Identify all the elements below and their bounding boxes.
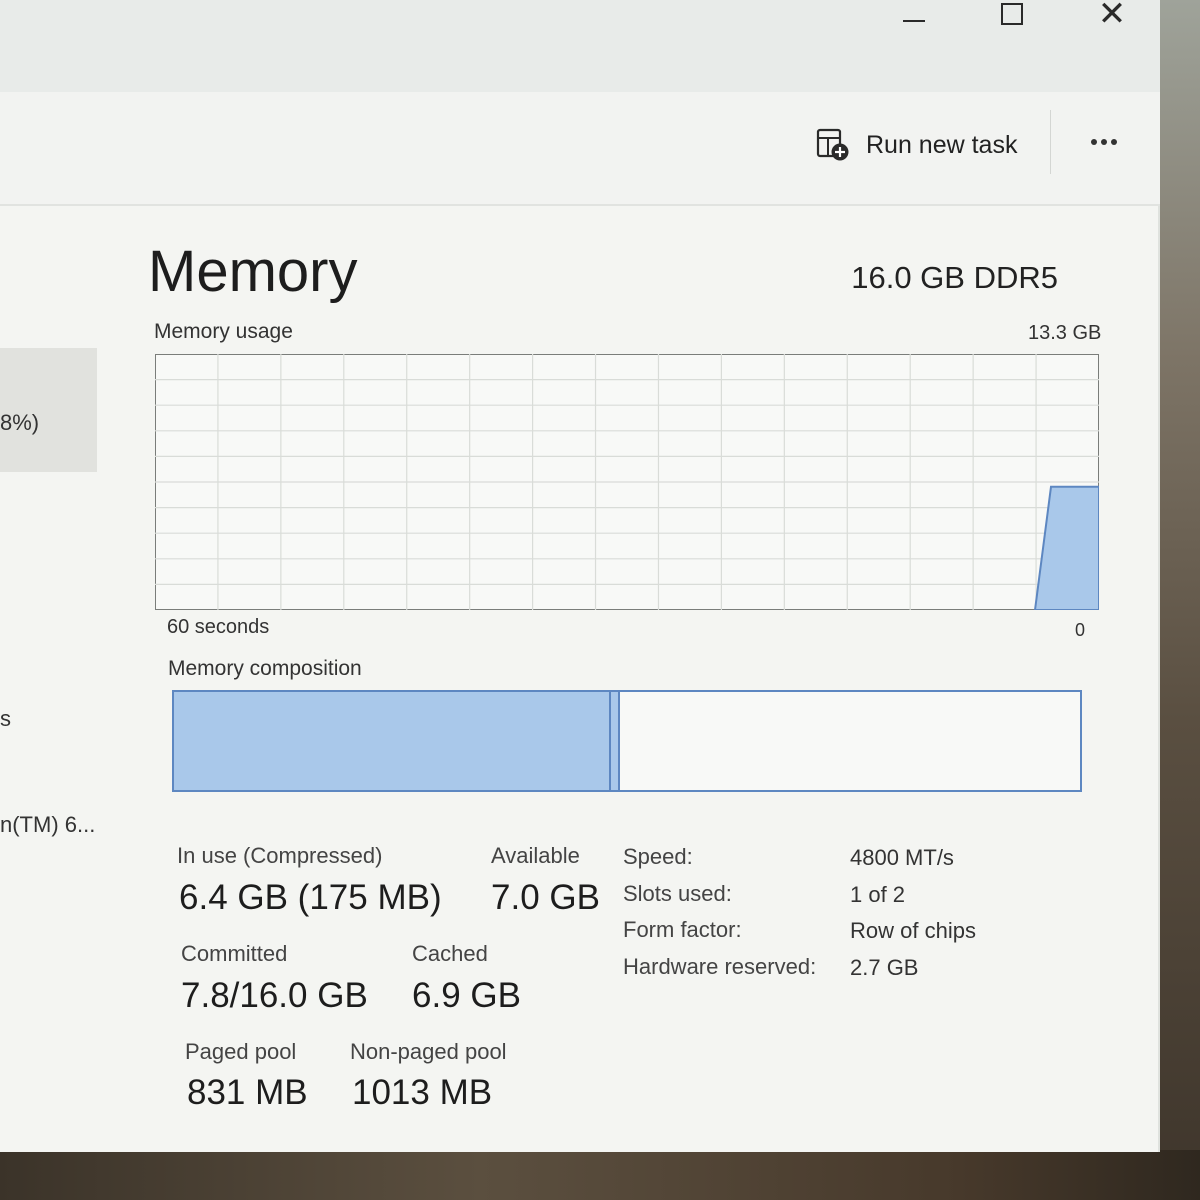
minimize-icon bbox=[903, 20, 925, 22]
title-bar: ✕ bbox=[0, 0, 1160, 92]
cached-value: 6.9 GB bbox=[412, 976, 521, 1015]
hardware-reserved-key: Hardware reserved: bbox=[623, 954, 817, 979]
cached-label: Cached bbox=[412, 941, 488, 966]
run-new-task-label: Run new task bbox=[866, 130, 1018, 159]
run-new-task-button[interactable]: Run new task bbox=[816, 128, 1017, 162]
close-button[interactable]: ✕ bbox=[1082, 0, 1142, 34]
composition-in-use bbox=[174, 692, 609, 790]
graph-zero-label: 0 bbox=[1075, 620, 1086, 640]
composition-modified bbox=[608, 692, 620, 790]
close-icon: ✕ bbox=[1097, 0, 1127, 33]
paged-pool-label: Paged pool bbox=[185, 1039, 297, 1064]
available-label: Available bbox=[491, 843, 580, 868]
memory-usage-graph bbox=[155, 354, 1099, 610]
non-paged-pool-label: Non-paged pool bbox=[350, 1039, 507, 1064]
more-icon bbox=[1091, 139, 1097, 145]
memory-usage-label: Memory usage bbox=[154, 320, 293, 343]
speed-value: 4800 MT/s bbox=[850, 845, 954, 870]
minimize-button[interactable] bbox=[884, 0, 944, 34]
maximize-icon bbox=[1001, 3, 1023, 25]
committed-label: Committed bbox=[181, 941, 288, 966]
form-factor-key: Form factor: bbox=[623, 917, 742, 942]
committed-value: 7.8/16.0 GB bbox=[181, 976, 368, 1015]
page-title: Memory bbox=[148, 239, 358, 304]
memory-spec: 16.0 GB DDR5 bbox=[851, 260, 1058, 295]
graph-time-span-label: 60 seconds bbox=[167, 616, 270, 638]
toolbar: Run new task bbox=[0, 92, 1160, 206]
sidebar-item-fragment[interactable]: s bbox=[0, 706, 11, 732]
more-options-button[interactable] bbox=[1082, 122, 1126, 162]
slots-used-value: 1 of 2 bbox=[850, 882, 906, 907]
non-paged-pool-value: 1013 MB bbox=[352, 1073, 493, 1112]
desk-background-bottom bbox=[0, 1150, 1200, 1200]
sidebar-item-memory-selected[interactable]: 8%) bbox=[0, 348, 97, 472]
sidebar-item-gpu-fragment[interactable]: n(TM) 6... bbox=[0, 812, 95, 838]
maximize-button[interactable] bbox=[982, 0, 1042, 34]
hardware-reserved-value: 2.7 GB bbox=[850, 955, 919, 980]
run-task-icon bbox=[816, 128, 850, 162]
sidebar-memory-percent: 8%) bbox=[0, 410, 40, 435]
task-manager-window: ✕ Run new task 8%) s n(TM) 6... Memory 1… bbox=[0, 0, 1160, 1152]
speed-key: Speed: bbox=[623, 844, 693, 869]
form-factor-value: Row of chips bbox=[850, 918, 976, 943]
toolbar-divider bbox=[1050, 110, 1051, 174]
in-use-label: In use (Compressed) bbox=[177, 843, 383, 868]
slots-used-key: Slots used: bbox=[623, 881, 732, 906]
in-use-value: 6.4 GB (175 MB) bbox=[179, 878, 442, 917]
available-value: 7.0 GB bbox=[491, 878, 600, 917]
paged-pool-value: 831 MB bbox=[187, 1073, 308, 1112]
memory-composition-bar bbox=[172, 690, 1082, 792]
memory-composition-label: Memory composition bbox=[168, 657, 362, 680]
memory-usage-max: 13.3 GB bbox=[1028, 322, 1102, 344]
